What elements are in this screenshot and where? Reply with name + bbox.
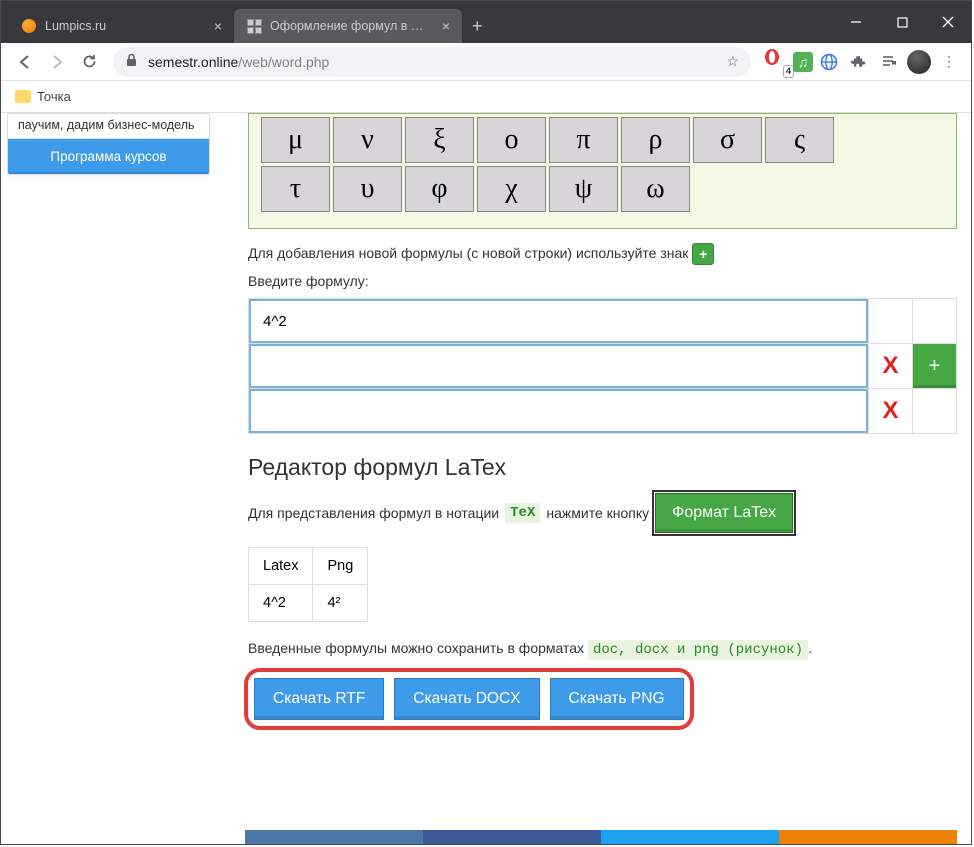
greek-key[interactable]: ς: [765, 117, 834, 163]
tex-badge: TeX: [505, 503, 540, 523]
plus-badge-icon: +: [692, 243, 714, 265]
tab-title: Lumpics.ru: [45, 19, 204, 33]
social-tw[interactable]: [601, 830, 779, 844]
social-ok[interactable]: [779, 830, 957, 844]
extension-globe-icon[interactable]: [815, 48, 843, 76]
reading-list-icon[interactable]: [875, 48, 903, 76]
favicon-lumpics: [21, 18, 37, 34]
extensions-icon[interactable]: [845, 48, 873, 76]
forward-button[interactable]: [41, 46, 73, 78]
greek-key[interactable]: φ: [405, 166, 474, 212]
download-rtf-button[interactable]: Скачать RTF: [254, 678, 384, 720]
save-instruction: Введенные формулы можно сохранить в форм…: [248, 640, 957, 658]
toolbar-icons: 4 ♫ ⋮: [763, 48, 963, 76]
browser-tab-active[interactable]: Оформление формул в Word о ×: [234, 9, 462, 43]
close-window-button[interactable]: [925, 1, 971, 43]
address-bar[interactable]: semestr.online/web/word.php ☆: [113, 47, 751, 77]
sidebar-teaser: паучим, дадим бизнес-модель: [8, 114, 209, 138]
instruction-enter: Введите формулу:: [248, 271, 957, 292]
add-tab-button[interactable]: +: [462, 9, 493, 43]
greek-key[interactable]: ρ: [621, 117, 690, 163]
latex-heading: Редактор формул LaTex: [248, 454, 957, 481]
formula-input[interactable]: [249, 299, 868, 343]
latex-pre-text: Для представления формул в нотации: [248, 505, 499, 521]
formula-input[interactable]: [249, 344, 868, 388]
close-icon[interactable]: ×: [442, 18, 450, 34]
favicon-grid: [246, 18, 262, 34]
remove-row-button[interactable]: X: [869, 344, 913, 389]
greek-key[interactable]: τ: [261, 166, 330, 212]
minimize-button[interactable]: [833, 1, 879, 43]
greek-key[interactable]: υ: [333, 166, 402, 212]
output-cell: 4^2: [249, 585, 313, 622]
folder-icon: [15, 90, 31, 103]
url-domain: semestr.online: [148, 54, 238, 70]
addressbar-row: semestr.online/web/word.php ☆ 4 ♫ ⋮: [1, 43, 971, 81]
titlebar: Lumpics.ru × Оформление формул в Word о …: [1, 1, 971, 43]
latex-post-text: нажмите кнопку: [546, 505, 649, 521]
sidebar-card: паучим, дадим бизнес-модель Программа ку…: [7, 113, 210, 175]
add-row-button[interactable]: +: [913, 344, 957, 389]
sidebar-button[interactable]: Программа курсов: [8, 138, 209, 174]
format-latex-button[interactable]: Формат LaTex: [655, 493, 793, 533]
formula-input[interactable]: [249, 389, 868, 433]
social-vk[interactable]: [245, 830, 423, 844]
greek-key[interactable]: ο: [477, 117, 546, 163]
greek-key[interactable]: π: [549, 117, 618, 163]
url-path: /web/word.php: [238, 54, 329, 70]
save-pre-text: Введенные формулы можно сохранить в форм…: [248, 640, 584, 656]
close-icon[interactable]: ×: [214, 18, 222, 34]
reload-button[interactable]: [73, 46, 105, 78]
greek-key[interactable]: χ: [477, 166, 546, 212]
download-buttons-group: Скачать RTF Скачать DOCX Скачать PNG: [248, 672, 690, 726]
bookmark-star-icon[interactable]: ☆: [726, 53, 739, 70]
profile-avatar[interactable]: [905, 48, 933, 76]
greek-key[interactable]: ψ: [549, 166, 618, 212]
formula-table: X + X: [248, 298, 957, 434]
back-button[interactable]: [9, 46, 41, 78]
download-png-button[interactable]: Скачать PNG: [550, 678, 684, 720]
bookmark-folder[interactable]: Точка: [15, 89, 71, 104]
output-table: Latex Png 4^2 4²: [248, 547, 368, 622]
menu-button[interactable]: ⋮: [935, 48, 963, 76]
greek-key[interactable]: ξ: [405, 117, 474, 163]
browser-tab[interactable]: Lumpics.ru ×: [9, 9, 234, 43]
output-cell: 4²: [313, 585, 368, 622]
greek-key[interactable]: σ: [693, 117, 762, 163]
greek-key[interactable]: ω: [621, 166, 690, 212]
latex-instruction: Для представления формул в нотации TeX н…: [248, 493, 957, 533]
remove-row-button[interactable]: X: [869, 389, 913, 434]
greek-key[interactable]: μ: [261, 117, 330, 163]
extension-music-icon[interactable]: ♫: [793, 52, 813, 72]
extension-icon[interactable]: 4: [763, 48, 791, 76]
greek-key[interactable]: ν: [333, 117, 402, 163]
tab-title: Оформление формул в Word о: [270, 19, 432, 33]
output-header: Png: [313, 548, 368, 585]
lock-icon: [125, 53, 138, 70]
output-header: Latex: [249, 548, 313, 585]
social-share-strip: [245, 830, 957, 844]
instruction-add-line: Для добавления новой формулы (с новой ст…: [248, 243, 957, 265]
window-controls: [833, 1, 971, 43]
maximize-button[interactable]: [879, 1, 925, 43]
greek-palette: μ ν ξ ο π ρ σ ς τ υ φ χ ψ ω: [248, 113, 957, 229]
download-docx-button[interactable]: Скачать DOCX: [394, 678, 539, 720]
formats-badge: doc, docx и png (рисунок): [588, 640, 808, 660]
instruction-text: Для добавления новой формулы (с новой ст…: [248, 245, 688, 261]
social-fb[interactable]: [423, 830, 601, 844]
bookmarks-bar: Точка: [1, 81, 971, 113]
bookmark-label: Точка: [37, 89, 71, 104]
